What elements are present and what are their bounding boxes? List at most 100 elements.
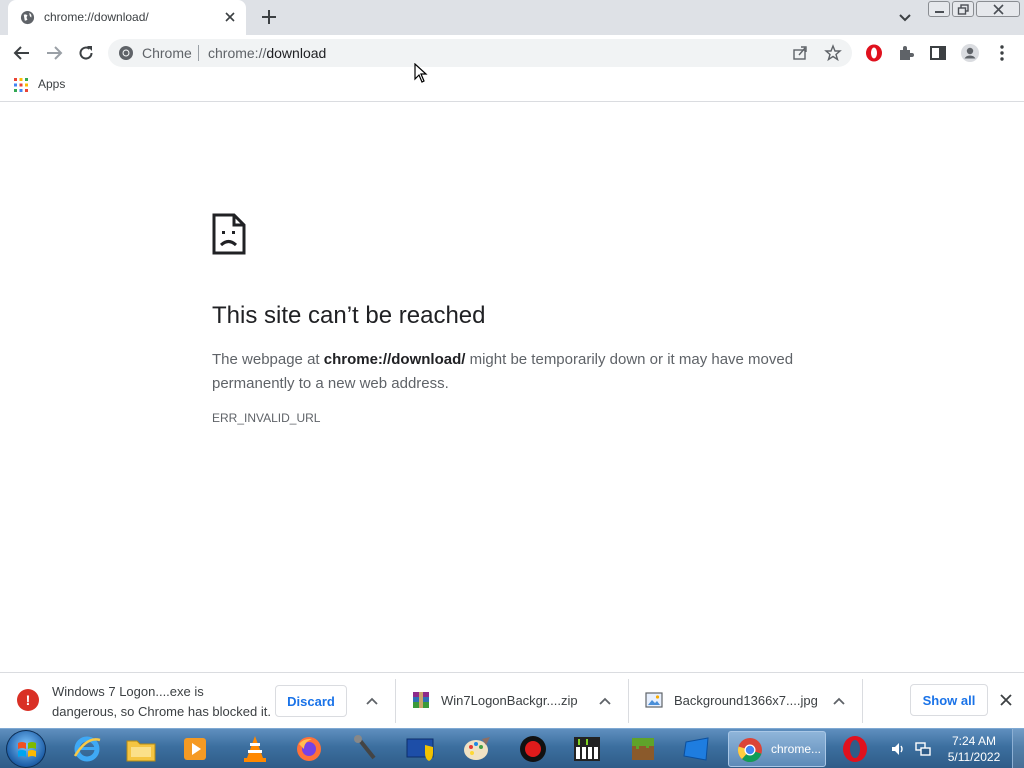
internet-explorer-icon bbox=[73, 736, 101, 762]
close-window-button[interactable] bbox=[976, 1, 1020, 17]
image-file-icon bbox=[645, 692, 663, 708]
share-icon[interactable] bbox=[792, 45, 808, 61]
shelf-divider bbox=[862, 679, 863, 723]
globe-icon bbox=[20, 10, 35, 25]
menu-button[interactable] bbox=[990, 41, 1014, 65]
minimize-icon bbox=[935, 11, 944, 13]
media-player-app[interactable] bbox=[172, 731, 218, 767]
minecraft-app[interactable] bbox=[620, 731, 666, 767]
back-button[interactable] bbox=[10, 41, 34, 65]
winrar-archive-icon bbox=[413, 692, 429, 708]
internet-explorer-app[interactable] bbox=[64, 731, 110, 767]
download-filename: Win7LogonBackgr....zip bbox=[441, 693, 578, 708]
download-filename: Background1366x7....jpg bbox=[674, 693, 818, 708]
shelf-divider bbox=[628, 679, 629, 723]
restore-button[interactable] bbox=[952, 1, 974, 17]
error-description: The webpage at chrome://download/ might … bbox=[212, 348, 812, 396]
opera-extension-button[interactable] bbox=[862, 41, 886, 65]
chrome-logo-icon bbox=[119, 46, 133, 60]
side-panel-button[interactable] bbox=[926, 41, 950, 65]
error-title: This site can’t be reached bbox=[212, 302, 486, 329]
clock-date: 5/11/2022 bbox=[947, 750, 1001, 764]
system-clock[interactable]: 7:24 AM 5/11/2022 bbox=[944, 733, 1004, 765]
url-text[interactable]: chrome://download bbox=[208, 45, 326, 61]
taskbar-chrome-active[interactable]: chrome... bbox=[728, 731, 826, 767]
network-icon[interactable] bbox=[914, 740, 932, 758]
chevron-down-icon[interactable] bbox=[896, 8, 914, 26]
url-scheme: chrome:// bbox=[208, 45, 267, 61]
close-icon bbox=[993, 4, 1004, 15]
vlc-cone-icon bbox=[244, 736, 266, 762]
opera-icon bbox=[843, 736, 867, 762]
piano-app[interactable] bbox=[564, 731, 610, 767]
apps-grid-icon[interactable] bbox=[14, 78, 28, 92]
chevron-up-icon[interactable] bbox=[832, 694, 846, 708]
firefox-app[interactable] bbox=[286, 731, 332, 767]
tab-active[interactable]: chrome://download/ bbox=[8, 0, 246, 35]
record-icon bbox=[520, 736, 546, 762]
omnibox-divider bbox=[198, 45, 199, 61]
media-player-icon bbox=[184, 738, 206, 760]
close-tab-icon[interactable] bbox=[222, 9, 238, 25]
toolbar: Chrome chrome://download bbox=[0, 35, 1024, 71]
shield-monitor-icon bbox=[406, 738, 434, 761]
more-vert-icon bbox=[1000, 45, 1004, 61]
bookmarks-bar: Apps bbox=[0, 71, 1024, 102]
opera-app[interactable] bbox=[832, 731, 878, 767]
blue-tile-icon bbox=[683, 737, 709, 761]
arrow-left-icon bbox=[13, 46, 29, 60]
arrow-right-icon bbox=[47, 46, 63, 60]
error-desc-prefix: The webpage at bbox=[212, 351, 324, 368]
mouse-cursor-icon bbox=[414, 63, 428, 83]
extensions-button[interactable] bbox=[894, 41, 918, 65]
clock-time: 7:24 AM bbox=[951, 734, 997, 748]
tab-strip: chrome://download/ bbox=[0, 0, 1024, 35]
warning-icon: ! bbox=[17, 689, 39, 711]
download-shelf: ! Windows 7 Logon....exe is dangerous, s… bbox=[0, 672, 1024, 728]
url-path: download bbox=[266, 45, 327, 61]
sad-page-icon bbox=[212, 213, 246, 255]
file-explorer-app[interactable] bbox=[118, 731, 164, 767]
microphone-app[interactable] bbox=[342, 731, 388, 767]
security-app[interactable] bbox=[398, 731, 444, 767]
apps-bookmark[interactable]: Apps bbox=[38, 77, 65, 91]
close-shelf-icon[interactable] bbox=[999, 693, 1013, 707]
reload-icon bbox=[79, 46, 93, 60]
discard-button[interactable]: Discard bbox=[275, 685, 347, 717]
omnibox-chip-label: Chrome bbox=[142, 45, 192, 61]
vlc-app[interactable] bbox=[232, 731, 278, 767]
omnibox[interactable]: Chrome chrome://download bbox=[108, 39, 852, 67]
firefox-icon bbox=[297, 737, 321, 761]
side-panel-icon bbox=[930, 46, 946, 60]
show-all-button[interactable]: Show all bbox=[910, 684, 988, 716]
paint-palette-icon bbox=[464, 737, 490, 760]
paint-app[interactable] bbox=[454, 731, 500, 767]
grass-block-icon bbox=[632, 738, 654, 760]
tab-title: chrome://download/ bbox=[44, 10, 149, 24]
error-desc-url: chrome://download/ bbox=[323, 351, 466, 368]
minimize-button[interactable] bbox=[928, 1, 950, 17]
restore-icon bbox=[957, 4, 969, 15]
reload-button[interactable] bbox=[74, 41, 98, 65]
show-desktop-button[interactable] bbox=[1012, 729, 1024, 768]
bookmark-star-icon[interactable] bbox=[824, 44, 842, 62]
screen-recorder-app[interactable] bbox=[510, 731, 556, 767]
profile-button[interactable] bbox=[958, 41, 982, 65]
folder-icon bbox=[126, 740, 156, 762]
new-tab-icon[interactable] bbox=[260, 8, 278, 26]
piano-keys-icon bbox=[574, 737, 600, 761]
chevron-up-icon[interactable] bbox=[598, 694, 612, 708]
error-code: ERR_INVALID_URL bbox=[212, 411, 321, 425]
chrome-logo-icon bbox=[737, 738, 762, 763]
blue-tile-app[interactable] bbox=[674, 731, 720, 767]
forward-button[interactable] bbox=[42, 41, 66, 65]
microphone-icon bbox=[354, 735, 376, 760]
chevron-up-icon[interactable] bbox=[365, 694, 379, 708]
opera-extension-icon bbox=[866, 44, 882, 62]
volume-icon[interactable] bbox=[890, 741, 906, 757]
start-button[interactable] bbox=[6, 730, 46, 768]
shelf-divider bbox=[395, 679, 396, 723]
error-page: This site can’t be reached The webpage a… bbox=[0, 102, 1024, 672]
puzzle-icon bbox=[900, 46, 914, 60]
windows-taskbar: chrome... 7:24 AM 5/11/2022 bbox=[0, 728, 1024, 768]
